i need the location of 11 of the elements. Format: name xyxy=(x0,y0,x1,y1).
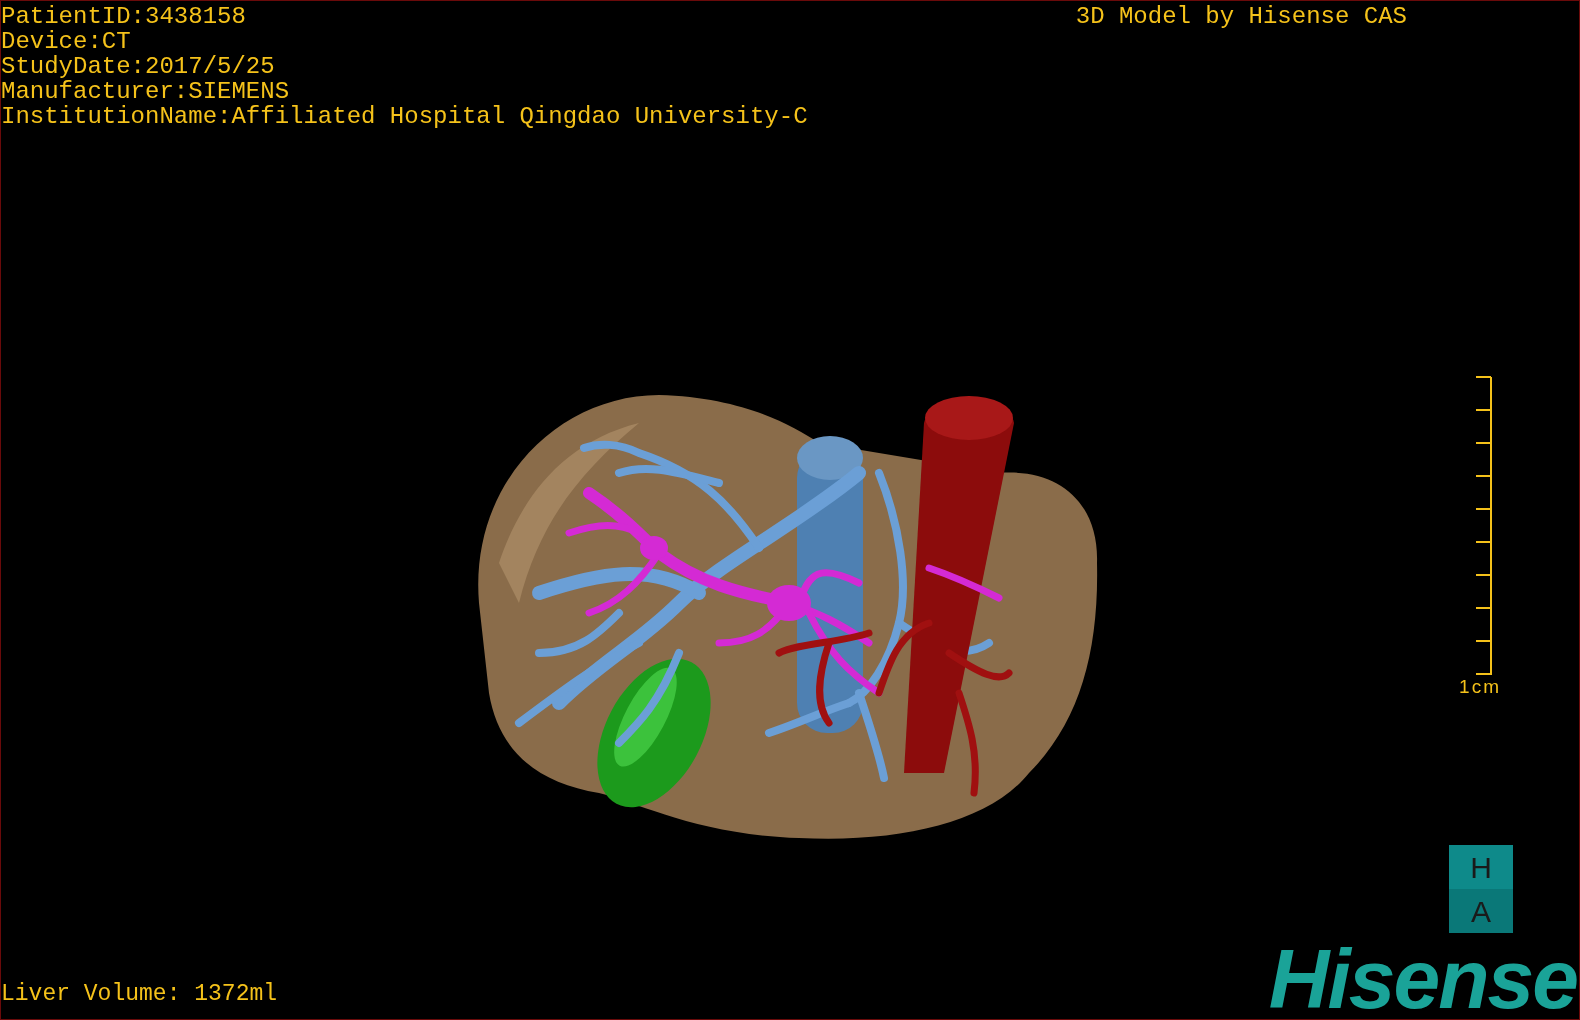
orientation-marker-top: H xyxy=(1449,845,1513,889)
patient-info-text: Device:CT xyxy=(1,29,132,54)
patient-info-text: Manufacturer:SIEMENS xyxy=(1,79,291,104)
patient-info-text: InstitutionName:Affiliated Hospital Qingdao University-C xyxy=(1,104,808,129)
viewer-title: 3D Model by Hisense CAS xyxy=(1075,4,1407,29)
liver-volume-text: Liver Volume: 1372ml xyxy=(1,982,278,1007)
orientation-marker-bottom: A xyxy=(1449,889,1513,933)
brand-logo: Hisense xyxy=(1268,939,1577,1019)
patient-info-text: StudyDate:2017/5/25 xyxy=(1,54,276,79)
patient-info-text: PatientID:3438158 xyxy=(1,4,247,29)
scale-label: 1cm xyxy=(1459,676,1501,698)
